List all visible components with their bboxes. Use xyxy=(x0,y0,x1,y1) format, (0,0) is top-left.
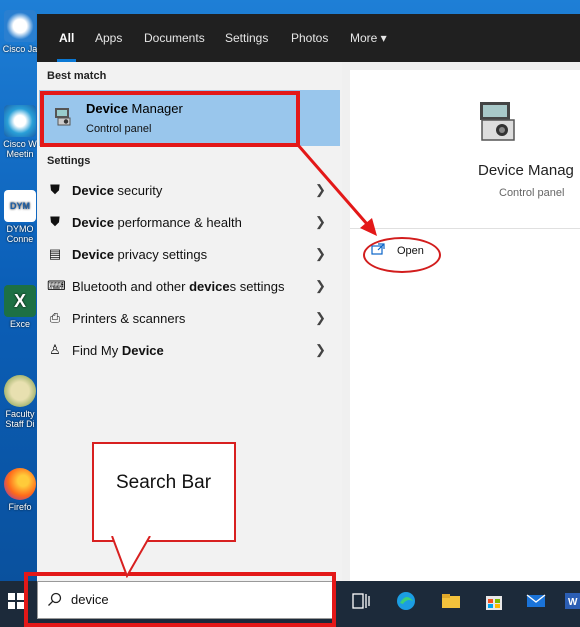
tab-apps[interactable]: Apps xyxy=(95,14,122,62)
word-icon[interactable]: W xyxy=(563,590,580,612)
annotation-oval-open xyxy=(363,237,441,273)
setting-label: Device performance & health xyxy=(72,215,242,230)
desktop-icon-faculty-directory[interactable]: Faculty Staff Di xyxy=(2,375,38,429)
privacy-icon: ▤ xyxy=(48,246,62,261)
desktop-icon-label: Exce xyxy=(9,319,30,329)
annotation-box-best-match xyxy=(40,91,300,147)
edge-browser-icon[interactable] xyxy=(395,590,417,612)
desktop-icon-label: Firefo xyxy=(8,502,32,512)
mail-icon[interactable] xyxy=(525,590,547,612)
devices-icon: ⌨ xyxy=(47,278,66,293)
annotation-box-search-bar xyxy=(24,572,336,627)
chevron-right-icon: ❯ xyxy=(315,214,326,229)
shield-icon: ⛊ xyxy=(50,214,60,229)
chevron-right-icon: ❯ xyxy=(315,246,326,261)
tab-photos[interactable]: Photos xyxy=(291,14,328,62)
detail-pane xyxy=(350,70,580,581)
divider xyxy=(350,228,580,229)
setting-find-my-device[interactable]: ♙ Find My Device ❯ xyxy=(37,334,340,366)
settings-header: Settings xyxy=(47,155,91,167)
callout-pointer xyxy=(111,536,151,578)
tab-all[interactable]: All xyxy=(56,14,77,62)
device-manager-large-icon xyxy=(480,102,515,141)
desktop-icon-label: Cisco W Meetin xyxy=(3,139,37,159)
chevron-right-icon: ❯ xyxy=(315,278,326,293)
chevron-right-icon: ❯ xyxy=(315,342,326,357)
svg-text:W: W xyxy=(568,597,578,608)
tab-settings[interactable]: Settings xyxy=(225,14,268,62)
desktop-icon-cisco-jabber[interactable]: Cisco Ja xyxy=(2,10,38,54)
filter-tabs: All Apps Documents Settings Photos More … xyxy=(37,14,580,62)
desktop-icon-label: DYMO Conne xyxy=(6,224,34,244)
desktop-icon-label: Faculty Staff Di xyxy=(5,409,35,429)
windows-start-icon[interactable] xyxy=(8,593,24,609)
desktop-icon-cisco-webex[interactable]: Cisco W Meetin xyxy=(2,105,38,159)
tab-more[interactable]: More ▾ xyxy=(350,14,387,62)
callout-text: Search Bar xyxy=(116,472,212,493)
detail-title: Device Manag xyxy=(478,162,574,179)
setting-device-privacy[interactable]: ▤ Device privacy settings ❯ xyxy=(37,238,340,270)
best-match-header: Best match xyxy=(47,70,107,82)
setting-printers-scanners[interactable]: ⎙ Printers & scanners ❯ xyxy=(37,302,340,334)
chevron-right-icon: ❯ xyxy=(315,182,326,197)
chevron-right-icon: ❯ xyxy=(315,310,326,325)
desktop-icon-dymo[interactable]: DYM DYMO Conne xyxy=(2,190,38,244)
person-icon: ♙ xyxy=(49,342,61,357)
setting-label: Find My Device xyxy=(72,343,164,358)
setting-bluetooth-devices[interactable]: ⌨ Bluetooth and other devices settings ❯ xyxy=(37,270,340,302)
shield-icon: ⛊ xyxy=(50,182,60,197)
annotation-callout: Search Bar xyxy=(92,442,236,542)
desktop-icon-excel[interactable]: X Exce xyxy=(2,285,38,329)
setting-label: Device privacy settings xyxy=(72,247,208,262)
setting-label: Device security xyxy=(72,183,163,198)
setting-device-security[interactable]: ⛊ Device security ❯ xyxy=(37,174,340,206)
printer-icon: ⎙ xyxy=(49,310,61,325)
setting-device-performance[interactable]: ⛊ Device performance & health ❯ xyxy=(37,206,340,238)
desktop-icons: Cisco Ja Cisco W Meetin DYM DYMO Conne X… xyxy=(0,0,40,580)
setting-label: Bluetooth and other devices settings xyxy=(72,279,285,294)
tab-documents[interactable]: Documents xyxy=(144,14,205,62)
store-icon[interactable] xyxy=(483,590,505,612)
desktop-icon-label: Cisco Ja xyxy=(2,44,38,54)
detail-subtitle: Control panel xyxy=(499,187,565,199)
file-explorer-icon[interactable] xyxy=(440,590,462,612)
task-view-icon[interactable] xyxy=(350,590,372,612)
desktop-icon-firefox[interactable]: Firefo xyxy=(2,468,38,512)
setting-label: Printers & scanners xyxy=(72,311,186,326)
